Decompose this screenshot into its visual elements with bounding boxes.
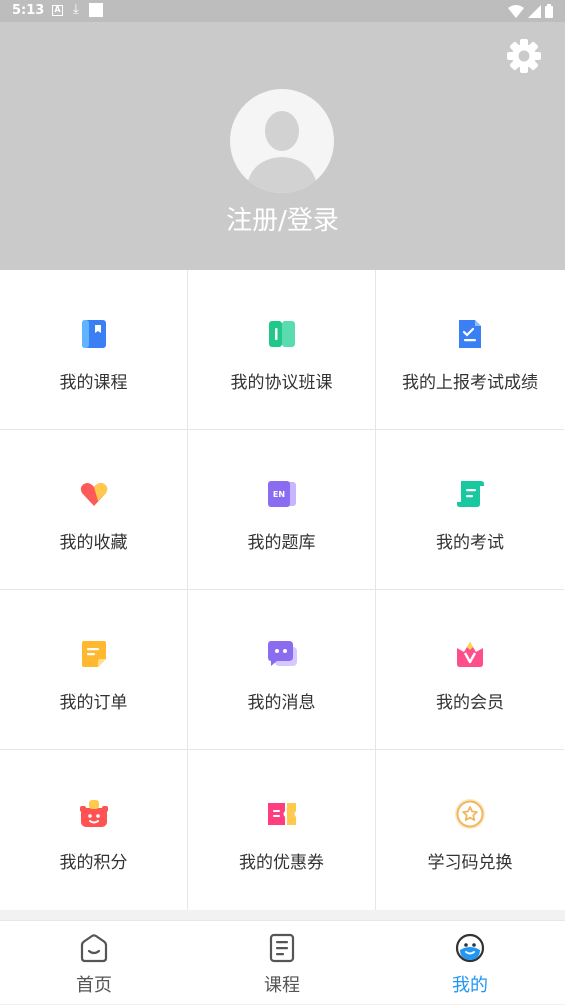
status-bar: 5:13 A ⤓	[0, 0, 565, 22]
avatar[interactable]	[230, 89, 334, 193]
settings-gear-icon[interactable]	[505, 37, 543, 75]
menu-item-label: 我的优惠券	[239, 853, 324, 873]
wifi-icon	[508, 4, 524, 18]
menu-item-label: 我的课程	[59, 373, 128, 393]
course-icon	[269, 933, 295, 963]
question-bank-icon: EN	[268, 481, 296, 507]
tab-courses[interactable]: 课程	[188, 921, 376, 1005]
profile-face-icon	[455, 933, 485, 963]
menu-item-membership[interactable]: 我的会员	[376, 590, 564, 750]
menu-item-label: 我的考试	[436, 533, 504, 553]
tab-label: 我的	[452, 975, 488, 996]
menu-item-points[interactable]: 我的积分	[0, 750, 188, 910]
status-time: 5:13	[12, 3, 45, 18]
default-avatar-icon	[246, 111, 318, 193]
login-register-link[interactable]: 注册/登录	[0, 200, 565, 237]
menu-item-my-courses[interactable]: 我的课程	[0, 270, 188, 430]
menu-item-label: 我的积分	[59, 853, 128, 873]
favorite-heart-icon	[80, 483, 108, 506]
signal-icon	[528, 4, 541, 18]
a-notification-icon: A	[52, 4, 63, 16]
menu-item-label: 学习码兑换	[427, 853, 513, 873]
download-icon: ⤓	[73, 2, 79, 17]
menu-item-messages[interactable]: 我的消息	[188, 590, 376, 750]
menu-item-label: 我的会员	[436, 693, 504, 713]
exam-report-icon	[459, 320, 481, 348]
status-icons-right	[508, 4, 553, 18]
message-bubble-icon	[268, 641, 297, 666]
tab-home[interactable]: 首页	[0, 921, 188, 1005]
course-book-icon	[82, 320, 106, 348]
square-notification-icon	[88, 3, 103, 17]
menu-item-question-bank[interactable]: EN 我的题库	[188, 430, 376, 590]
battery-icon	[545, 4, 553, 18]
coupon-ticket-icon	[268, 803, 296, 825]
redeem-star-icon	[455, 799, 485, 829]
menu-item-label: 我的上报考试成绩	[402, 373, 538, 393]
agreement-class-icon	[269, 321, 295, 347]
menu-item-label: 我的收藏	[59, 533, 128, 553]
menu-item-label: 我的题库	[247, 533, 316, 553]
tab-mine[interactable]: 我的	[376, 921, 564, 1005]
menu-item-label: 我的订单	[59, 693, 128, 713]
menu-item-label: 我的协议班课	[230, 373, 333, 393]
menu-item-orders[interactable]: 我的订单	[0, 590, 188, 750]
menu-item-agreement-class[interactable]: 我的协议班课	[188, 270, 376, 430]
svg-text:EN: EN	[273, 490, 285, 499]
menu-grid: 我的课程 我的协议班课 我的上报考试成绩 我的收藏 EN 我的题库 我的考试 我…	[0, 270, 565, 910]
tab-label: 课程	[264, 975, 300, 996]
menu-item-exam-report[interactable]: 我的上报考试成绩	[376, 270, 564, 430]
bottom-tab-bar: 首页 课程 我的	[0, 920, 565, 1004]
tab-label: 首页	[76, 975, 112, 996]
menu-item-coupons[interactable]: 我的优惠券	[188, 750, 376, 910]
menu-item-redeem-code[interactable]: 学习码兑换	[376, 750, 564, 910]
menu-item-label: 我的消息	[247, 693, 316, 713]
order-note-icon	[82, 641, 106, 667]
vip-crown-icon	[457, 642, 483, 667]
menu-item-favorites[interactable]: 我的收藏	[0, 430, 188, 590]
home-icon	[80, 934, 108, 963]
menu-item-my-exam[interactable]: 我的考试	[376, 430, 564, 590]
status-icons-left: A ⤓	[52, 3, 103, 17]
exam-scroll-icon	[457, 481, 484, 507]
points-gift-icon	[80, 800, 108, 827]
